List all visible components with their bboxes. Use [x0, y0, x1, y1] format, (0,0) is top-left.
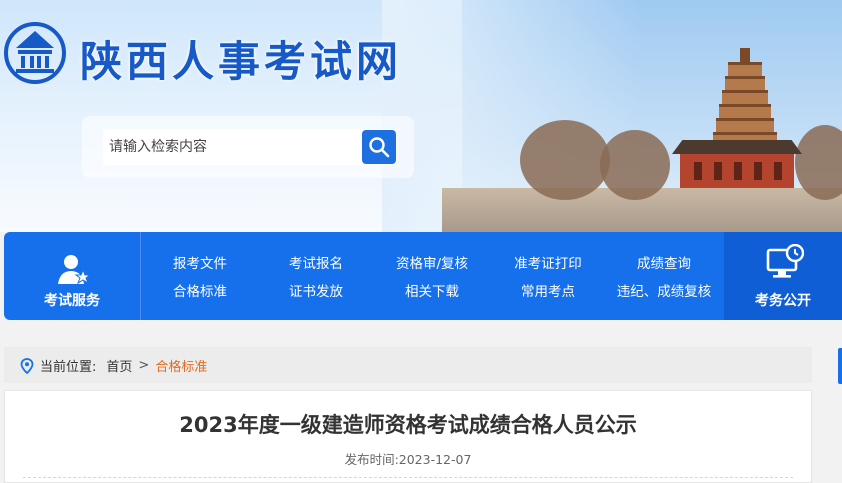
side-tab-indicator[interactable]: [838, 348, 842, 384]
monitor-clock-icon: [766, 244, 804, 278]
nav-link-certificate[interactable]: 证书发放: [256, 278, 376, 306]
nav-link-score-query[interactable]: 成绩查询: [604, 250, 724, 278]
breadcrumb-prefix: 当前位置:: [40, 360, 97, 375]
publish-date-value: 2023-12-07: [398, 452, 472, 467]
nav-column: 资格审/复核 相关下载: [372, 250, 492, 306]
breadcrumb: 当前位置: 首页 > 合格标准: [4, 347, 812, 383]
user-service-icon: [58, 255, 90, 285]
nav-link-admission-ticket[interactable]: 准考证打印: [488, 250, 608, 278]
publish-date-label: 发布时间:: [344, 452, 399, 467]
nav-exam-affairs-label: 考务公开: [755, 293, 811, 309]
nav-column: 成绩查询 违纪、成绩复核: [604, 250, 724, 306]
nav-link-qualification-review[interactable]: 资格审/复核: [372, 250, 492, 278]
temple-hall-illustration: [672, 140, 802, 190]
nav-link-pass-standard[interactable]: 合格标准: [140, 278, 260, 306]
nav-column: 报考文件 合格标准: [140, 250, 260, 306]
nav-link-exam-sites[interactable]: 常用考点: [488, 278, 608, 306]
main-nav: 考试服务 报考文件 合格标准 考试报名 证书发放 资格审/复核 相关下载 准考证…: [4, 232, 842, 320]
breadcrumb-home[interactable]: 首页: [106, 356, 132, 375]
article-title: 2023年度一级建造师资格考试成绩合格人员公示: [179, 413, 637, 437]
location-pin-icon: [20, 357, 34, 374]
nav-exam-affairs[interactable]: 考务公开: [724, 232, 842, 320]
nav-column: 考试报名 证书发放: [256, 250, 376, 306]
nav-exam-service-label: 考试服务: [44, 293, 100, 309]
nav-link-exam-docs[interactable]: 报考文件: [140, 250, 260, 278]
article-publish-date: 发布时间:2023-12-07: [5, 449, 811, 468]
banner-tree: [520, 120, 610, 200]
nav-link-registration[interactable]: 考试报名: [256, 250, 376, 278]
nav-link-downloads[interactable]: 相关下载: [372, 278, 492, 306]
article-divider: [23, 477, 793, 478]
nav-exam-service[interactable]: 考试服务: [4, 232, 141, 320]
breadcrumb-separator: >: [138, 358, 150, 373]
search-button[interactable]: [362, 130, 396, 164]
search-input[interactable]: [103, 129, 397, 165]
site-title[interactable]: 陕西人事考试网: [80, 28, 402, 89]
article-panel: 2023年度一级建造师资格考试成绩合格人员公示 发布时间:2023-12-07: [4, 390, 812, 483]
nav-column: 准考证打印 常用考点: [488, 250, 608, 306]
site-logo-icon[interactable]: [4, 22, 66, 84]
banner-tree: [600, 130, 670, 200]
breadcrumb-current[interactable]: 合格标准: [155, 356, 207, 375]
search-icon: [369, 137, 390, 158]
nav-link-score-review[interactable]: 违纪、成绩复核: [604, 278, 724, 306]
